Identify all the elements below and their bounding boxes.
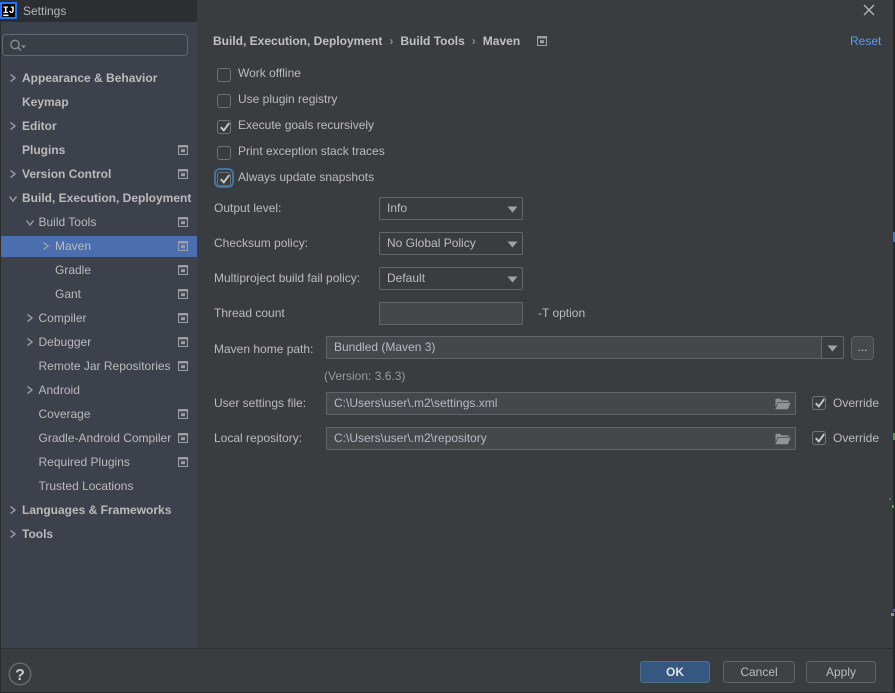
svg-text:?: ? xyxy=(15,667,25,684)
